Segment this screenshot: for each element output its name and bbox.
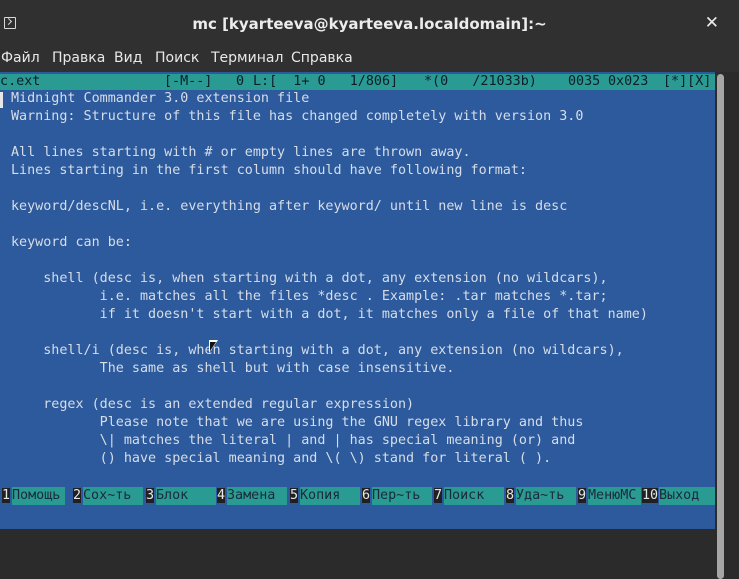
fkey-move-label: Пер~ть: [372, 487, 432, 505]
file-line: Midnight Commander 3.0 extension file: [11, 91, 310, 106]
menu-item-view[interactable]: Вид: [114, 50, 142, 66]
status-filename: mc.ext: [0, 74, 41, 89]
fkey-menu[interactable]: 9 МенюMC: [578, 487, 641, 505]
fkey-menu-label: МенюMC: [588, 487, 641, 505]
fkey-exit[interactable]: 10 Выход: [642, 487, 715, 505]
file-line: () have special meaning and \( \) stand …: [11, 451, 552, 466]
fkey-help-label: Помощь: [12, 487, 65, 505]
fkey-copy[interactable]: 5 Копия: [290, 487, 360, 505]
file-line: keyword/descNL, i.e. everything after ke…: [11, 199, 568, 214]
fkey-block[interactable]: 3 Блок: [146, 487, 216, 505]
fkey-search[interactable]: 7 Поиск: [434, 487, 504, 505]
scrollbar-thumb[interactable]: [717, 74, 724, 579]
fkey-move[interactable]: 6 Пер~ть: [362, 487, 432, 505]
file-line: if it doesn't start with a dot, it match…: [11, 307, 648, 322]
file-line: keyword can be:: [11, 235, 132, 250]
close-icon[interactable]: ✕: [705, 13, 719, 33]
status-line-info: L:[ 1+ 0 1/806]: [253, 74, 399, 89]
file-line: Lines starting in the first column shoul…: [11, 163, 527, 178]
function-key-bar: 1 Помощь 2 Сох~ть 3 Блок 4 Замена 5 Копия 6 Пе…: [0, 487, 715, 505]
fkey-help[interactable]: 1 Помощь: [2, 487, 65, 505]
menu-item-file[interactable]: Файл: [1, 50, 40, 66]
file-line: The same as shell but with case insensit…: [11, 361, 455, 376]
status-char-hex: 0x023: [608, 74, 649, 89]
file-line: regex (desc is an extended regular expre…: [11, 397, 415, 412]
fkey-block-label: Блок: [156, 487, 216, 505]
editor-content[interactable]: Midnight Commander 3.0 extension file Wa…: [0, 90, 715, 485]
fkey-replace[interactable]: 4 Замена: [217, 487, 287, 505]
window-title: mc [kyarteeva@kyarteeva.localdomain]:~: [192, 15, 547, 33]
menu-item-help[interactable]: Справка: [291, 50, 353, 66]
fkey-exit-label: Выход: [659, 487, 715, 505]
fkey-save-label: Сох~ть: [83, 487, 143, 505]
fkey-delete[interactable]: 8 Уда~ть: [506, 487, 576, 505]
menu-item-search[interactable]: Поиск: [155, 50, 199, 66]
menu-item-edit[interactable]: Правка: [52, 50, 105, 66]
file-line: \| matches the literal | and | has speci…: [11, 433, 576, 448]
status-flags: [*][X]: [663, 74, 712, 89]
file-line: i.e. matches all the files *desc . Examp…: [11, 289, 608, 304]
window-titlebar: mc [kyarteeva@kyarteeva.localdomain]:~ ✕: [0, 0, 739, 47]
status-char-code: 0035: [568, 74, 601, 89]
menu-bar: Файл Правка Вид Поиск Терминал Справка: [0, 47, 739, 72]
status-column: 0: [236, 74, 245, 89]
vertical-scrollbar[interactable]: [715, 72, 739, 579]
editor-status-bar: mc.ext [-M--] 0 L:[ 1+ 0 1/806] *(0 /210…: [0, 74, 715, 90]
file-line: shell/i (desc is, when starting with a d…: [11, 343, 624, 358]
file-line: Warning: Structure of this file has chan…: [11, 109, 584, 124]
file-line: Please note that we are using the GNU re…: [11, 415, 584, 430]
file-line: shell (desc is, when starting with a dot…: [11, 271, 608, 286]
file-line: All lines starting with # or empty lines…: [11, 145, 471, 160]
status-char-info: *(0 /21033b): [424, 74, 537, 89]
fkey-copy-label: Копия: [300, 487, 360, 505]
status-mode: [-M--]: [164, 74, 213, 89]
fkey-search-label: Поиск: [444, 487, 504, 505]
fkey-replace-label: Замена: [227, 487, 287, 505]
fkey-save[interactable]: 2 Сох~ть: [73, 487, 143, 505]
menu-item-terminal[interactable]: Терминал: [211, 50, 283, 66]
fkey-delete-label: Уда~ть: [516, 487, 576, 505]
